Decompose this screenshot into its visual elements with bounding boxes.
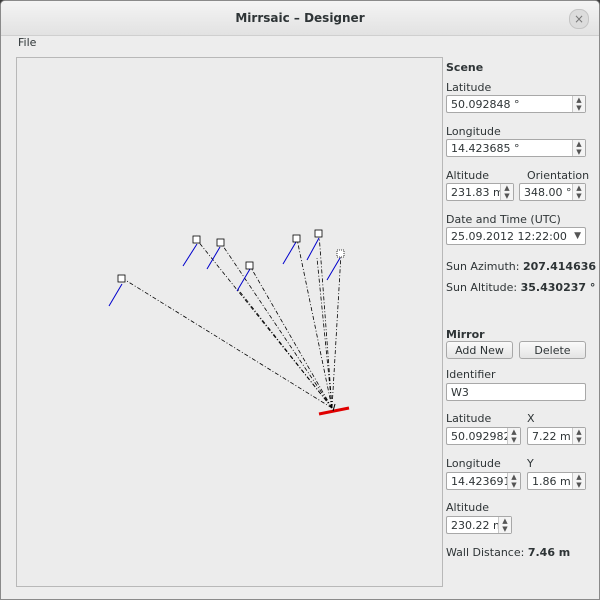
scene-longitude-label: Longitude: [446, 125, 501, 138]
scene-orientation-value: 348.00 °: [524, 186, 572, 199]
scene-longitude-value: 14.423685 °: [451, 142, 520, 155]
mirror-stroke: [108, 283, 123, 307]
mirror-heading: Mirror: [446, 328, 485, 341]
scene-orientation-label: Orientation: [527, 169, 590, 182]
properties-panel: Scene Latitude 50.092848 ° ▲ ▼ Longitude …: [445, 57, 599, 587]
title-bar[interactable]: Mirrsaic – Designer ×: [1, 1, 599, 36]
sun-azimuth: Sun Azimuth: 207.414636 °: [446, 260, 600, 273]
ray-line: [331, 253, 342, 409]
menu-bar: File: [1, 35, 599, 55]
mirror-stroke: [282, 241, 297, 265]
mirror-marker: [314, 229, 323, 238]
x-input[interactable]: 7.22 m ▲ ▼: [527, 427, 586, 445]
mirror-stroke: [306, 237, 320, 261]
mirror-latitude-input[interactable]: 50.092982 ▲ ▼: [446, 427, 521, 445]
datetime-value: 25.09.2012 12:22:00: [451, 230, 567, 243]
wall-distance-value: 7.46 m: [527, 546, 571, 559]
mirror-marker: [245, 261, 254, 270]
identifier-input[interactable]: W3: [446, 383, 586, 401]
chevron-down-icon[interactable]: ▼: [574, 231, 581, 241]
ray-line: [220, 242, 333, 409]
x-label: X: [527, 412, 535, 425]
mirror-latitude-label: Latitude: [446, 412, 492, 425]
delete-button[interactable]: Delete: [519, 341, 586, 359]
mirror-stroke: [182, 243, 198, 267]
app-window: Mirrsaic – Designer × File Scene Latitud…: [0, 0, 600, 600]
ray-line: [249, 265, 333, 409]
scene-canvas[interactable]: [16, 57, 443, 587]
sun-azimuth-label: Sun Azimuth:: [446, 260, 520, 273]
scene-orientation-input[interactable]: 348.00 ° ▲ ▼: [519, 183, 586, 201]
scene-altitude-input[interactable]: 231.83 m ▲ ▼: [446, 183, 514, 201]
spin-buttons[interactable]: ▲ ▼: [572, 96, 585, 112]
mirror-longitude-label: Longitude: [446, 457, 501, 470]
mirror-altitude-label: Altitude: [446, 501, 489, 514]
identifier-label: Identifier: [446, 368, 496, 381]
spin-buttons[interactable]: ▲ ▼: [572, 428, 585, 444]
wall-distance: Wall Distance: 7.46 m: [446, 546, 570, 559]
sun-altitude-value: 35.430237 °: [520, 281, 596, 294]
y-value: 1.86 m: [532, 475, 571, 488]
identifier-value: W3: [451, 386, 469, 399]
mirror-marker: [216, 238, 225, 247]
ray-line: [196, 239, 333, 409]
datetime-input[interactable]: 25.09.2012 12:22:00 ▼: [446, 227, 586, 245]
scene-heading: Scene: [446, 61, 484, 74]
y-label: Y: [527, 457, 534, 470]
scene-altitude-label: Altitude: [446, 169, 489, 182]
scene-longitude-input[interactable]: 14.423685 ° ▲ ▼: [446, 139, 586, 157]
mirror-marker: [192, 235, 201, 244]
spin-buttons[interactable]: ▲ ▼: [572, 473, 585, 489]
spin-buttons[interactable]: ▲ ▼: [507, 473, 520, 489]
y-input[interactable]: 1.86 m ▲ ▼: [527, 472, 586, 490]
spin-buttons[interactable]: ▲ ▼: [572, 184, 585, 200]
mirror-stroke: [326, 257, 341, 281]
mirror-stroke: [236, 268, 251, 292]
close-icon[interactable]: ×: [569, 9, 589, 29]
sun-azimuth-value: 207.414636 °: [522, 260, 600, 273]
scene-latitude-label: Latitude: [446, 81, 492, 94]
ray-line: [318, 233, 333, 409]
spin-buttons[interactable]: ▲ ▼: [507, 428, 520, 444]
mirror-longitude-value: 14.423691: [451, 475, 511, 488]
scene-latitude-value: 50.092848 °: [451, 98, 520, 111]
scene-drawing: [108, 229, 350, 416]
mirror-marker: [117, 274, 126, 283]
mirror-longitude-input[interactable]: 14.423691 ▲ ▼: [446, 472, 521, 490]
x-value: 7.22 m: [532, 430, 571, 443]
mirror-altitude-value: 230.22 m: [451, 519, 504, 532]
ray-line: [316, 257, 333, 409]
ray-line: [236, 287, 333, 409]
add-new-button[interactable]: Add New: [446, 341, 513, 359]
ray-line: [121, 277, 333, 409]
scene-altitude-value: 231.83 m: [451, 186, 504, 199]
spin-buttons[interactable]: ▲ ▼: [500, 184, 513, 200]
window-title: Mirrsaic – Designer: [235, 11, 365, 25]
mirror-marker: [292, 234, 301, 243]
sun-altitude-label: Sun Altitude:: [446, 281, 518, 294]
mirror-altitude-input[interactable]: 230.22 m ▲ ▼: [446, 516, 512, 534]
menu-file[interactable]: File: [18, 36, 36, 49]
mirror-marker-selected: [336, 249, 345, 258]
wall-distance-label: Wall Distance:: [446, 546, 525, 559]
scene-latitude-input[interactable]: 50.092848 ° ▲ ▼: [446, 95, 586, 113]
datetime-label: Date and Time (UTC): [446, 213, 561, 226]
spin-buttons[interactable]: ▲ ▼: [572, 140, 585, 156]
mirror-latitude-value: 50.092982: [451, 430, 511, 443]
spin-buttons[interactable]: ▲ ▼: [498, 517, 511, 533]
sun-altitude: Sun Altitude: 35.430237 °: [446, 281, 595, 294]
